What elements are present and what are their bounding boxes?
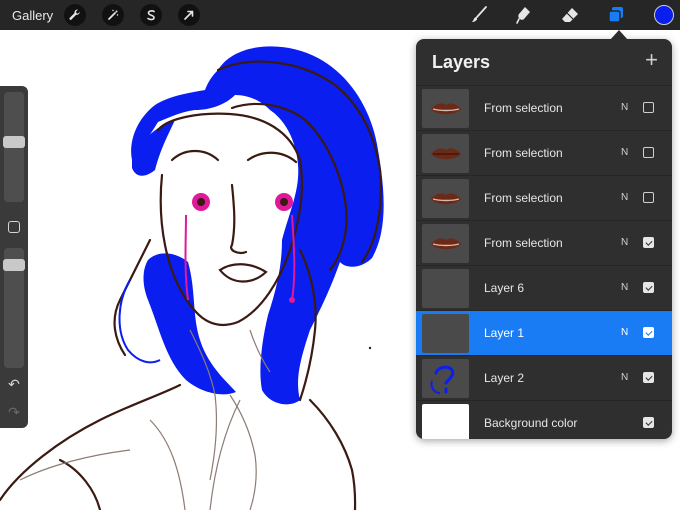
wrench-icon[interactable] <box>64 4 86 26</box>
layer-row[interactable]: From selection N <box>416 85 672 130</box>
layer-thumbnail <box>422 179 469 218</box>
layer-row[interactable]: From selection N <box>416 130 672 175</box>
layers-panel-header: Layers + <box>416 39 672 85</box>
layer-visibility-checkbox[interactable] <box>643 417 654 428</box>
brush-icon[interactable] <box>468 4 490 26</box>
gallery-button[interactable]: Gallery <box>12 8 53 23</box>
layer-thumbnail <box>422 404 469 439</box>
layer-row[interactable]: Layer 1 N <box>416 310 672 355</box>
layer-thumbnail <box>422 224 469 263</box>
blend-mode-button[interactable]: N <box>621 327 628 338</box>
layer-row[interactable]: From selection N <box>416 175 672 220</box>
arrow-cursor-icon[interactable] <box>178 4 200 26</box>
layer-visibility-checkbox[interactable] <box>643 237 654 248</box>
layer-name: From selection <box>484 101 563 115</box>
blend-mode-button[interactable]: N <box>621 282 628 293</box>
layer-thumbnail <box>422 134 469 173</box>
layer-name: Layer 1 <box>484 326 525 340</box>
blend-mode-button[interactable]: N <box>621 147 628 158</box>
layer-thumbnail <box>422 89 469 128</box>
magic-wand-icon[interactable] <box>102 4 124 26</box>
layer-thumbnail <box>422 269 469 308</box>
color-picker-swatch[interactable] <box>654 5 674 25</box>
undo-icon[interactable]: ↶ <box>6 376 22 392</box>
layer-row[interactable]: Background color <box>416 400 672 439</box>
smudge-icon[interactable] <box>513 4 535 26</box>
square-modify-icon[interactable] <box>8 221 20 233</box>
layers-panel: Layers + From selection N From selection N F… <box>416 39 672 439</box>
layer-name: From selection <box>484 146 563 160</box>
layers-panel-title: Layers <box>432 52 491 72</box>
brush-size-slider[interactable] <box>3 92 25 202</box>
layer-row[interactable]: From selection N <box>416 220 672 265</box>
layer-visibility-checkbox[interactable] <box>643 147 654 158</box>
opacity-thumb[interactable] <box>3 259 25 271</box>
left-sidebar: ↶ ↷ <box>0 86 28 428</box>
layer-visibility-checkbox[interactable] <box>643 372 654 383</box>
layer-row[interactable]: Layer 6 N <box>416 265 672 310</box>
layer-visibility-checkbox[interactable] <box>643 327 654 338</box>
add-layer-button[interactable]: + <box>645 49 658 71</box>
layer-thumbnail <box>422 359 469 398</box>
layer-thumbnail <box>422 314 469 353</box>
opacity-slider[interactable] <box>3 248 25 368</box>
layer-visibility-checkbox[interactable] <box>643 102 654 113</box>
redo-icon[interactable]: ↷ <box>6 404 22 420</box>
layer-name: Background color <box>484 416 578 430</box>
blend-mode-button[interactable]: N <box>621 192 628 203</box>
selection-s-icon[interactable] <box>140 4 162 26</box>
layer-name: Layer 6 <box>484 281 525 295</box>
layers-icon[interactable] <box>605 4 627 26</box>
layer-row[interactable]: Layer 2 N <box>416 355 672 400</box>
top-toolbar: Gallery <box>0 0 680 30</box>
layer-visibility-checkbox[interactable] <box>643 192 654 203</box>
eraser-icon[interactable] <box>559 4 581 26</box>
layer-name: Layer 2 <box>484 371 525 385</box>
layer-name: From selection <box>484 236 563 250</box>
blend-mode-button[interactable]: N <box>621 102 628 113</box>
brush-size-thumb[interactable] <box>3 136 25 148</box>
layer-name: From selection <box>484 191 563 205</box>
layer-visibility-checkbox[interactable] <box>643 282 654 293</box>
blend-mode-button[interactable]: N <box>621 372 628 383</box>
blend-mode-button[interactable]: N <box>621 237 628 248</box>
